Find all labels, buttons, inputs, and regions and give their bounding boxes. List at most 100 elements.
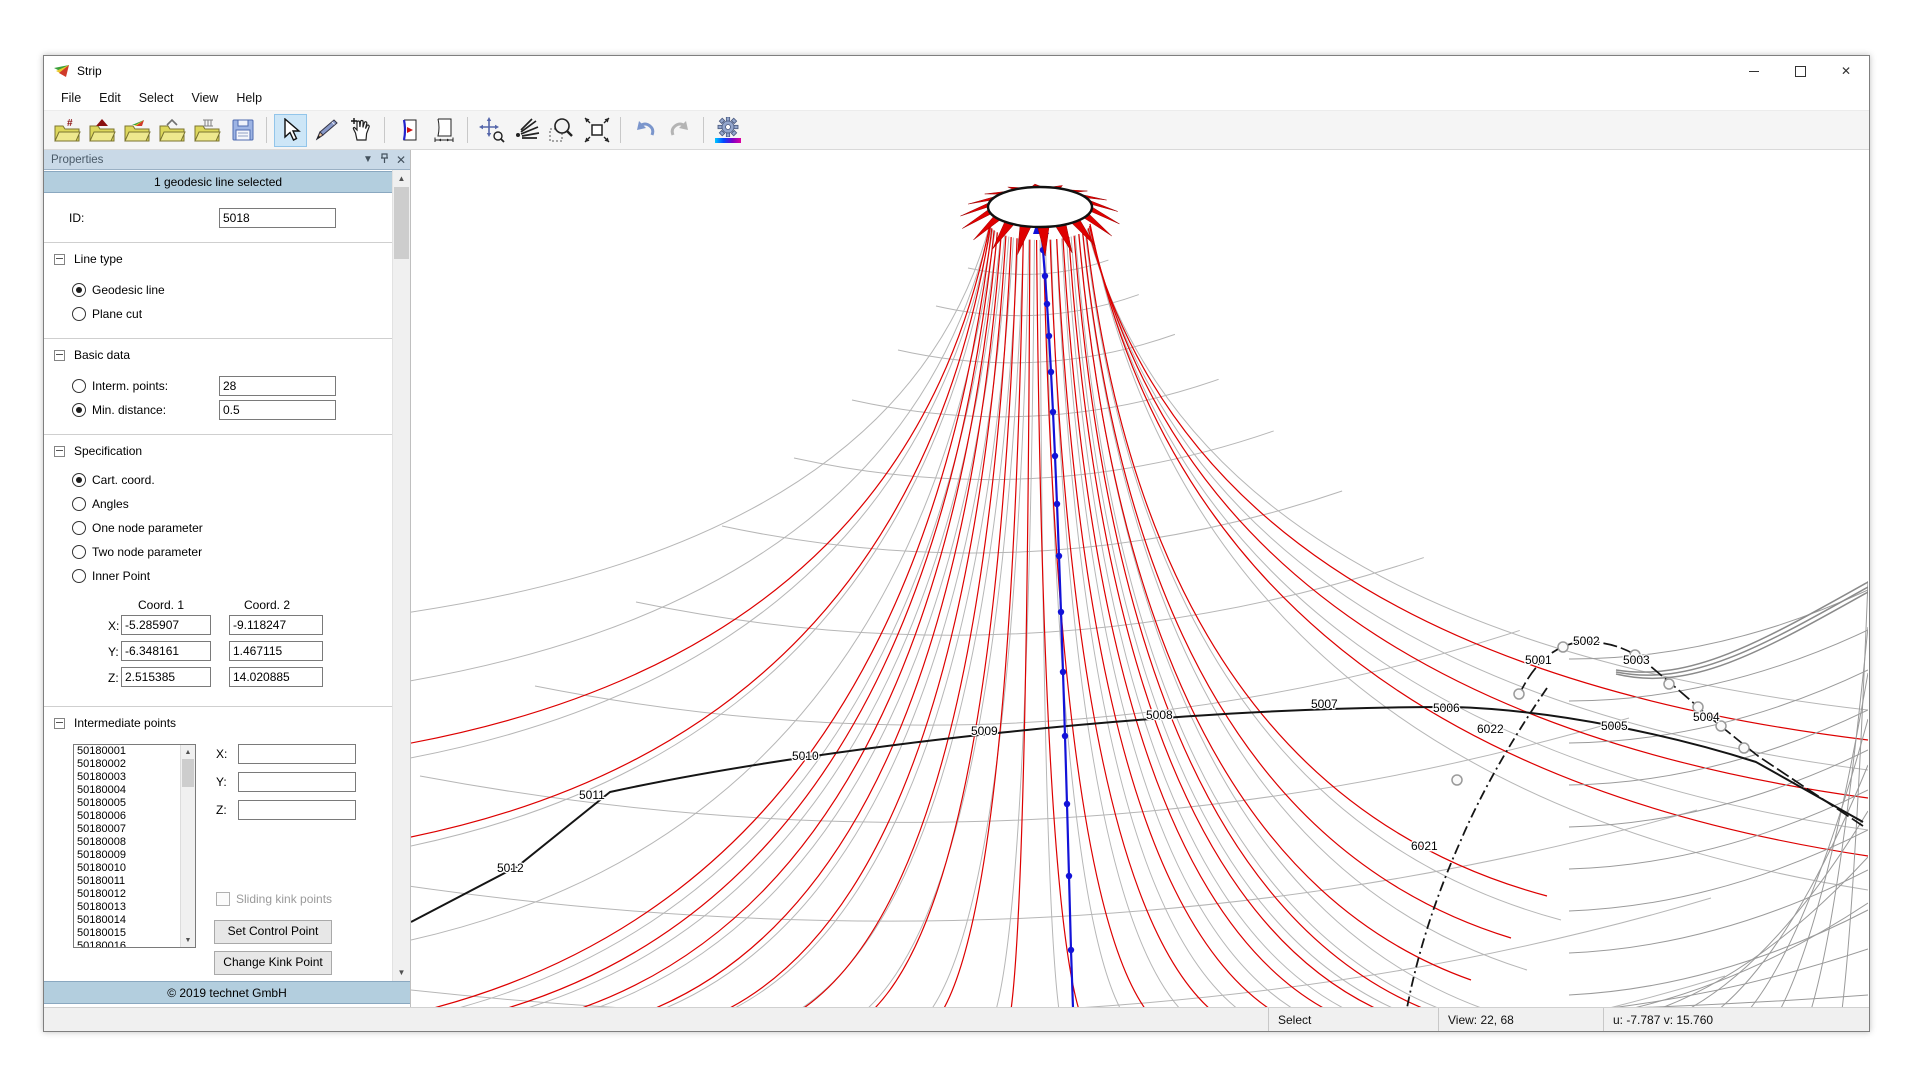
radio-interm-points[interactable]: Interm. points: (72, 378, 392, 394)
open-hash-folder-button[interactable]: # (51, 114, 84, 147)
surface-import-button[interactable] (392, 114, 425, 147)
id-field[interactable] (219, 208, 336, 228)
set-control-point-button[interactable]: Set Control Point (214, 920, 332, 944)
radio-inner-point[interactable]: Inner Point (72, 568, 392, 584)
redo-button[interactable] (663, 114, 696, 147)
undo-button[interactable] (628, 114, 661, 147)
surface-measure-button[interactable] (427, 114, 460, 147)
ip-x-field[interactable] (238, 744, 356, 764)
menu-view[interactable]: View (182, 88, 227, 108)
radio-plane-cut[interactable]: Plane cut (72, 306, 392, 322)
coord1-header: Coord. 1 (138, 598, 184, 612)
basic-data-header: Basic data (74, 348, 130, 362)
properties-panel-title: Properties (51, 154, 356, 166)
line-id-label: 5009 (971, 724, 998, 738)
x-coord2-field[interactable] (229, 615, 323, 635)
title-bar[interactable]: Strip ✕ (44, 56, 1869, 86)
menu-select[interactable]: Select (130, 88, 183, 108)
panel-close-icon[interactable]: ✕ (396, 155, 406, 165)
panel-scrollbar[interactable]: ▲ ▼ (392, 170, 410, 981)
z-coord1-field[interactable] (121, 667, 211, 687)
scroll-down-icon[interactable]: ▼ (181, 933, 195, 947)
radio-indicator (72, 283, 86, 297)
list-item[interactable]: 50180009 (77, 849, 180, 862)
list-item[interactable]: 50180007 (77, 823, 180, 836)
change-kink-point-button[interactable]: Change Kink Point (214, 951, 332, 975)
menu-file[interactable]: File (52, 88, 90, 108)
list-item[interactable]: 50180006 (77, 810, 180, 823)
line-id-label: 5002 (1573, 634, 1600, 648)
model-viewport[interactable]: 5012501150105009500850075006602250055004… (411, 150, 1869, 1007)
properties-panel-titlebar[interactable]: Properties ▼ ✕ (44, 150, 410, 170)
list-item[interactable]: 50180016 (77, 940, 180, 947)
radio-two-node-parameter[interactable]: Two node parameter (72, 544, 392, 560)
list-item[interactable]: 50180010 (77, 862, 180, 875)
list-item[interactable]: 50180014 (77, 914, 180, 927)
pan-hand-button[interactable] (344, 114, 377, 147)
collapse-basic-data-icon[interactable] (54, 350, 65, 361)
scroll-thumb[interactable] (182, 759, 194, 787)
x-coord1-field[interactable] (121, 615, 211, 635)
y-coord1-field[interactable] (121, 641, 211, 661)
list-item[interactable]: 50180003 (77, 771, 180, 784)
settings-gear-button[interactable] (711, 114, 744, 147)
open-strip-folder-button[interactable] (121, 114, 154, 147)
list-item[interactable]: 50180015 (77, 927, 180, 940)
window-title: Strip (77, 64, 1731, 78)
list-item[interactable]: 50180001 (77, 745, 180, 758)
close-button[interactable]: ✕ (1823, 56, 1869, 86)
radio-indicator (72, 497, 86, 511)
draw-pencil-button[interactable] (309, 114, 342, 147)
y-coord2-field[interactable] (229, 641, 323, 661)
save-button[interactable] (226, 114, 259, 147)
list-item[interactable]: 50180005 (77, 797, 180, 810)
zoom-fit-button[interactable] (580, 114, 613, 147)
scroll-up-icon[interactable]: ▲ (181, 745, 195, 759)
minimize-button[interactable] (1731, 56, 1777, 86)
move-zoom-button[interactable] (475, 114, 508, 147)
open-rail-folder-button[interactable] (191, 114, 224, 147)
toolbar: # (44, 111, 1869, 150)
z-coord2-field[interactable] (229, 667, 323, 687)
panel-pin-icon[interactable] (380, 153, 389, 167)
ip-z-field[interactable] (238, 800, 356, 820)
open-caret-folder-button[interactable] (156, 114, 189, 147)
list-item[interactable]: 50180002 (77, 758, 180, 771)
menu-bar: File Edit Select View Help (44, 86, 1869, 111)
radio-min-distance[interactable]: Min. distance: (72, 402, 392, 418)
scroll-thumb[interactable] (394, 187, 409, 259)
scroll-down-icon[interactable]: ▼ (393, 964, 410, 981)
list-item[interactable]: 50180013 (77, 901, 180, 914)
menu-help[interactable]: Help (227, 88, 271, 108)
collapse-specification-icon[interactable] (54, 446, 65, 457)
collapse-line-type-icon[interactable] (54, 254, 65, 265)
radio-geodesic-line[interactable]: Geodesic line (72, 282, 392, 298)
min-distance-field[interactable] (219, 400, 336, 420)
status-mode: Select (1268, 1008, 1438, 1031)
radio-one-node-parameter[interactable]: One node parameter (72, 520, 392, 536)
interm-points-field[interactable] (219, 376, 336, 396)
rays-button[interactable] (510, 114, 543, 147)
ip-y-field[interactable] (238, 772, 356, 792)
radio-indicator (72, 307, 86, 321)
scroll-up-icon[interactable]: ▲ (393, 170, 410, 187)
line-id-label: 5008 (1146, 708, 1173, 722)
maximize-button[interactable] (1777, 56, 1823, 86)
collapse-intermediate-points-icon[interactable] (54, 718, 65, 729)
radio-angles[interactable]: Angles (72, 496, 392, 512)
panel-dropdown-icon[interactable]: ▼ (363, 155, 373, 165)
list-scrollbar[interactable]: ▲ ▼ (180, 745, 195, 947)
list-item[interactable]: 50180004 (77, 784, 180, 797)
specification-header: Specification (74, 444, 142, 458)
menu-edit[interactable]: Edit (90, 88, 130, 108)
list-item[interactable]: 50180008 (77, 836, 180, 849)
intermediate-points-list[interactable]: 5018000150180002501800035018000450180005… (73, 744, 196, 948)
line-id-label: 6021 (1411, 839, 1438, 853)
select-tool-button[interactable] (274, 114, 307, 147)
list-item[interactable]: 50180011 (77, 875, 180, 888)
zoom-window-button[interactable] (545, 114, 578, 147)
open-triangle-folder-button[interactable] (86, 114, 119, 147)
radio-cart-coord[interactable]: Cart. coord. (72, 472, 392, 488)
radio-indicator (72, 473, 86, 487)
list-item[interactable]: 50180012 (77, 888, 180, 901)
